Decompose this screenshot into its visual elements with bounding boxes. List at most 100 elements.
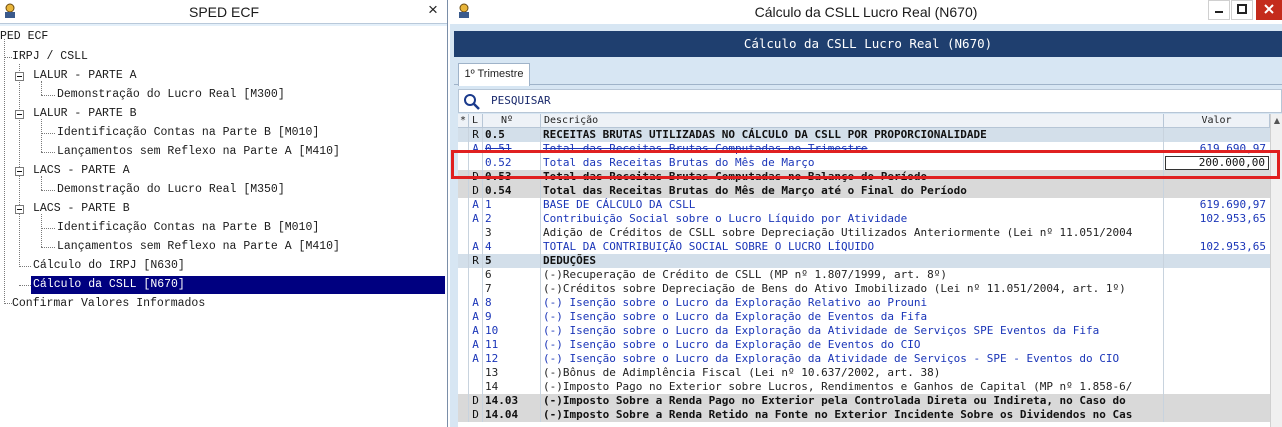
row-value[interactable]: 619.690,97 xyxy=(1164,198,1270,212)
row-description: BASE DE CÁLCULO DA CSLL xyxy=(541,198,1164,212)
tab-1-trimestre[interactable]: 1º Trimestre xyxy=(458,63,530,86)
col-num-header: Nº xyxy=(483,114,541,128)
table-row[interactable]: D 14.04 (-)Imposto Sobre a Renda Retido na… xyxy=(458,408,1282,422)
search-bar[interactable]: PESQUISAR xyxy=(458,89,1282,113)
table-row[interactable]: 7 (-)Créditos sobre Depreciação de Bens d… xyxy=(458,282,1282,296)
row-value xyxy=(1164,408,1270,422)
table-row[interactable]: A 9 (-) Isenção sobre o Lucro da Exploraçã… xyxy=(458,310,1282,324)
row-value[interactable] xyxy=(1164,268,1270,282)
table-row[interactable]: A 4 TOTAL DA CONTRIBUIÇÃO SOCIAL SOBRE O L… xyxy=(458,240,1282,254)
row-marker xyxy=(458,380,469,394)
scroll-up-icon[interactable]: ▲ xyxy=(1271,114,1282,128)
tree-item-lacs-parte-a[interactable]: LACS - PARTE A xyxy=(33,162,130,180)
row-value[interactable]: 102.953,65 xyxy=(1164,240,1270,254)
minimize-button[interactable] xyxy=(1208,0,1230,20)
tree-line xyxy=(41,214,42,247)
row-description: Total das Receitas Brutas Computadas no … xyxy=(541,170,1164,184)
collapse-icon[interactable] xyxy=(15,110,24,119)
row-description: (-)Recuperação de Crédito de CSLL (MP nº… xyxy=(541,268,1164,282)
tree-item-identificacao-m010[interactable]: Identificação Contas na Parte B [M010] xyxy=(57,124,319,142)
row-value[interactable] xyxy=(1164,282,1270,296)
row-value[interactable] xyxy=(1164,352,1270,366)
row-number: 4 xyxy=(483,240,541,254)
tree-item-sped-ecf[interactable]: PED ECF xyxy=(0,28,48,46)
row-description: Adição de Créditos de CSLL sobre Depreci… xyxy=(541,226,1164,240)
table-row[interactable]: R 5 DEDUÇÕES xyxy=(458,254,1282,268)
tree-item-confirmar-valores[interactable]: Confirmar Valores Informados xyxy=(12,295,205,313)
row-type: D xyxy=(469,408,483,422)
table-row[interactable]: 0.52 Total das Receitas Brutas do Mês de … xyxy=(458,156,1282,170)
row-type: A xyxy=(469,198,483,212)
col-l-header: L xyxy=(469,114,483,128)
tree-item-lalur-parte-a[interactable]: LALUR - PARTE A xyxy=(33,67,137,85)
close-button[interactable] xyxy=(1256,0,1282,20)
tree-item-identificacao-m010-lacs[interactable]: Identificação Contas na Parte B [M010] xyxy=(57,219,319,237)
row-value[interactable] xyxy=(1164,366,1270,380)
row-description: (-) Isenção sobre o Lucro da Exploração … xyxy=(541,338,1164,352)
tree-item-calculo-irpj[interactable]: Cálculo do IRPJ [N630] xyxy=(33,257,185,275)
row-value[interactable]: 619.690,97 xyxy=(1164,142,1270,156)
row-marker xyxy=(458,310,469,324)
row-value[interactable] xyxy=(1164,380,1270,394)
row-description: (-) Isenção sobre o Lucro da Exploração … xyxy=(541,352,1164,366)
maximize-button[interactable] xyxy=(1231,0,1253,20)
table-row[interactable]: A 8 (-) Isenção sobre o Lucro da Exploraçã… xyxy=(458,296,1282,310)
row-number: 12 xyxy=(483,352,541,366)
tree-item-lacs-parte-b[interactable]: LACS - PARTE B xyxy=(33,200,130,218)
left-close-button[interactable]: × xyxy=(418,0,447,22)
table-row[interactable]: D 0.54 Total das Receitas Brutas do Mês de… xyxy=(458,184,1282,198)
tree-item-calculo-csll[interactable]: Cálculo da CSLL [N670] xyxy=(31,276,445,294)
row-description: (-)Bônus de Adimplência Fiscal (Lei nº 1… xyxy=(541,366,1164,380)
table-row[interactable]: A 2 Contribuição Social sobre o Lucro Líqu… xyxy=(458,212,1282,226)
row-marker xyxy=(458,212,469,226)
row-type xyxy=(469,380,483,394)
tree-item-demonstracao-m300[interactable]: Demonstração do Lucro Real [M300] xyxy=(57,86,285,104)
tree-line xyxy=(41,119,42,152)
tree-item-lancamentos-m410[interactable]: Lançamentos sem Reflexo na Parte A [M410… xyxy=(57,143,340,161)
row-value xyxy=(1164,184,1270,198)
row-marker xyxy=(458,366,469,380)
row-type: A xyxy=(469,142,483,156)
table-row[interactable]: D 14.03 (-)Imposto Sobre a Renda Pago no E… xyxy=(458,394,1282,408)
row-marker xyxy=(458,268,469,282)
row-type: A xyxy=(469,324,483,338)
close-icon xyxy=(1264,4,1274,14)
row-type: A xyxy=(469,212,483,226)
row-marker xyxy=(458,296,469,310)
table-row[interactable]: A 12 (-) Isenção sobre o Lucro da Exploraç… xyxy=(458,352,1282,366)
table-row[interactable]: A 1 BASE DE CÁLCULO DA CSLL 619.690,97 xyxy=(458,198,1282,212)
collapse-icon[interactable] xyxy=(15,205,24,214)
row-value[interactable] xyxy=(1164,296,1270,310)
row-type: R xyxy=(469,254,483,268)
row-value[interactable]: 102.953,65 xyxy=(1164,212,1270,226)
table-row[interactable]: 6 (-)Recuperação de Crédito de CSLL (MP n… xyxy=(458,268,1282,282)
row-description: Total das Receitas Brutas do Mês de Març… xyxy=(541,156,1164,170)
collapse-icon[interactable] xyxy=(15,72,24,81)
tree-item-lancamentos-m410-lacs[interactable]: Lançamentos sem Reflexo na Parte A [M410… xyxy=(57,238,340,256)
vertical-scrollbar[interactable]: ▲ xyxy=(1270,114,1282,427)
row-type xyxy=(469,366,483,380)
table-row[interactable]: 3 Adição de Créditos de CSLL sobre Deprec… xyxy=(458,226,1282,240)
form-header: Cálculo da CSLL Lucro Real (N670) xyxy=(454,31,1282,57)
table-row[interactable]: A 10 (-) Isenção sobre o Lucro da Exploraç… xyxy=(458,324,1282,338)
row-value[interactable] xyxy=(1164,324,1270,338)
tree-item-demonstracao-m350[interactable]: Demonstração do Lucro Real [M350] xyxy=(57,181,285,199)
tree-item-lalur-parte-b[interactable]: LALUR - PARTE B xyxy=(33,105,137,123)
table-row[interactable]: D 0.53 Total das Receitas Brutas Computada… xyxy=(458,170,1282,184)
tree-line xyxy=(41,133,55,134)
collapse-icon[interactable] xyxy=(15,167,24,176)
row-marker xyxy=(458,128,469,142)
table-row[interactable]: 13 (-)Bônus de Adimplência Fiscal (Lei nº… xyxy=(458,366,1282,380)
row-value[interactable] xyxy=(1164,310,1270,324)
table-row[interactable]: R 0.5 RECEITAS BRUTAS UTILIZADAS NO CÁLCUL… xyxy=(458,128,1282,142)
row-description: (-)Imposto Pago no Exterior sobre Lucros… xyxy=(541,380,1164,394)
table-row[interactable]: 14 (-)Imposto Pago no Exterior sobre Lucr… xyxy=(458,380,1282,394)
tree-item-irpj-csll[interactable]: IRPJ / CSLL xyxy=(12,48,88,66)
table-row[interactable]: A 0.51 Total das Receitas Brutas Computada… xyxy=(458,142,1282,156)
table-row[interactable]: A 11 (-) Isenção sobre o Lucro da Exploraç… xyxy=(458,338,1282,352)
value-input[interactable]: 200.000,00 xyxy=(1165,156,1269,170)
row-type: A xyxy=(469,338,483,352)
row-number: 7 xyxy=(483,282,541,296)
row-value[interactable] xyxy=(1164,226,1270,240)
row-value[interactable] xyxy=(1164,338,1270,352)
